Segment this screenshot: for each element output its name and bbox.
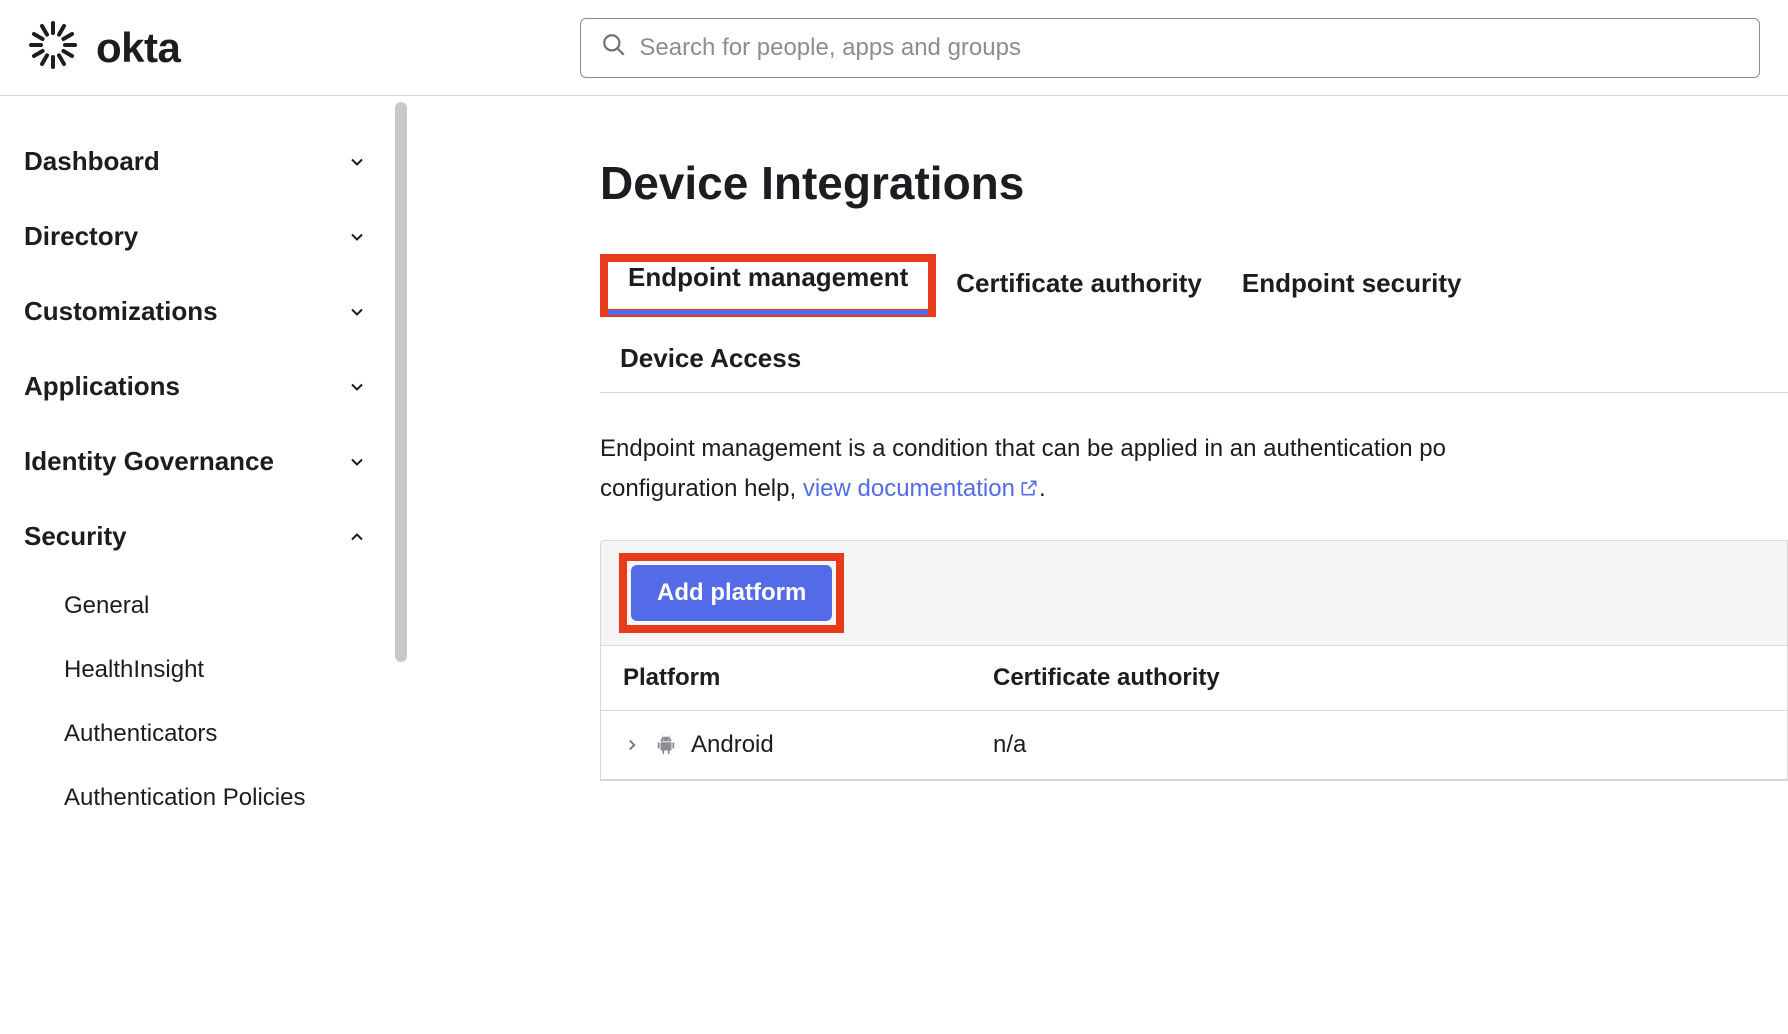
add-platform-button[interactable]: Add platform: [631, 565, 832, 621]
tab-certificate-authority[interactable]: Certificate authority: [936, 254, 1222, 317]
tab-endpoint-management[interactable]: Endpoint management: [608, 248, 928, 315]
sidebar-subitem-authentication-policies[interactable]: Authentication Policies: [24, 766, 368, 830]
sidebar-item-label: Directory: [24, 221, 138, 252]
highlight-annotation: Endpoint management: [600, 254, 936, 317]
sidebar-subitem-authenticators[interactable]: Authenticators: [24, 702, 368, 766]
sidebar: Dashboard Directory Customizations Appli…: [0, 96, 392, 1034]
chevron-down-icon: [346, 151, 368, 173]
table-header: Platform Certificate authority: [601, 646, 1787, 711]
chevron-down-icon: [346, 451, 368, 473]
sidebar-item-security[interactable]: Security: [24, 499, 368, 574]
sidebar-item-identity-governance[interactable]: Identity Governance: [24, 424, 368, 499]
sidebar-scrollbar[interactable]: [392, 96, 410, 1034]
sidebar-item-label: Applications: [24, 371, 180, 402]
logo[interactable]: okta: [28, 20, 180, 75]
search-box[interactable]: [580, 18, 1760, 78]
column-header-certificate-authority: Certificate authority: [993, 664, 1765, 692]
highlight-annotation: Add platform: [619, 553, 844, 633]
chevron-down-icon: [346, 226, 368, 248]
scrollbar-thumb[interactable]: [395, 102, 407, 662]
sidebar-item-label: Security: [24, 521, 127, 552]
sidebar-item-dashboard[interactable]: Dashboard: [24, 124, 368, 199]
sidebar-item-applications[interactable]: Applications: [24, 349, 368, 424]
sidebar-item-label: Customizations: [24, 296, 218, 327]
page-title: Device Integrations: [600, 156, 1788, 210]
search-icon: [601, 32, 627, 63]
description-text: Endpoint management is a condition that …: [600, 429, 1788, 510]
column-header-platform: Platform: [623, 664, 993, 692]
sidebar-item-directory[interactable]: Directory: [24, 199, 368, 274]
tab-device-access[interactable]: Device Access: [600, 317, 821, 392]
logo-sunburst-icon: [28, 20, 78, 75]
sidebar-item-customizations[interactable]: Customizations: [24, 274, 368, 349]
logo-text: okta: [96, 24, 180, 72]
table-row[interactable]: Android n/a: [601, 711, 1787, 780]
search-input[interactable]: [639, 34, 1739, 62]
chevron-down-icon: [346, 301, 368, 323]
top-bar: okta: [0, 0, 1788, 96]
sidebar-subitem-general[interactable]: General: [24, 574, 368, 638]
view-documentation-link[interactable]: view documentation: [803, 475, 1039, 502]
platform-cell: Android: [691, 731, 774, 759]
main-content: Device Integrations Endpoint management …: [410, 96, 1788, 1034]
chevron-up-icon: [346, 526, 368, 548]
table-toolbar: Add platform: [601, 541, 1787, 646]
external-link-icon: [1019, 471, 1039, 511]
tab-endpoint-security[interactable]: Endpoint security: [1222, 254, 1482, 317]
sidebar-item-label: Identity Governance: [24, 446, 274, 477]
sidebar-item-label: Dashboard: [24, 146, 160, 177]
chevron-down-icon: [346, 376, 368, 398]
sidebar-subitem-healthinsight[interactable]: HealthInsight: [24, 638, 368, 702]
tab-bar: Endpoint management Certificate authorit…: [600, 254, 1788, 393]
android-icon: [655, 734, 677, 756]
chevron-right-icon: [623, 736, 641, 754]
certificate-authority-cell: n/a: [993, 731, 1765, 759]
platforms-table: Add platform Platform Certificate author…: [600, 540, 1788, 781]
